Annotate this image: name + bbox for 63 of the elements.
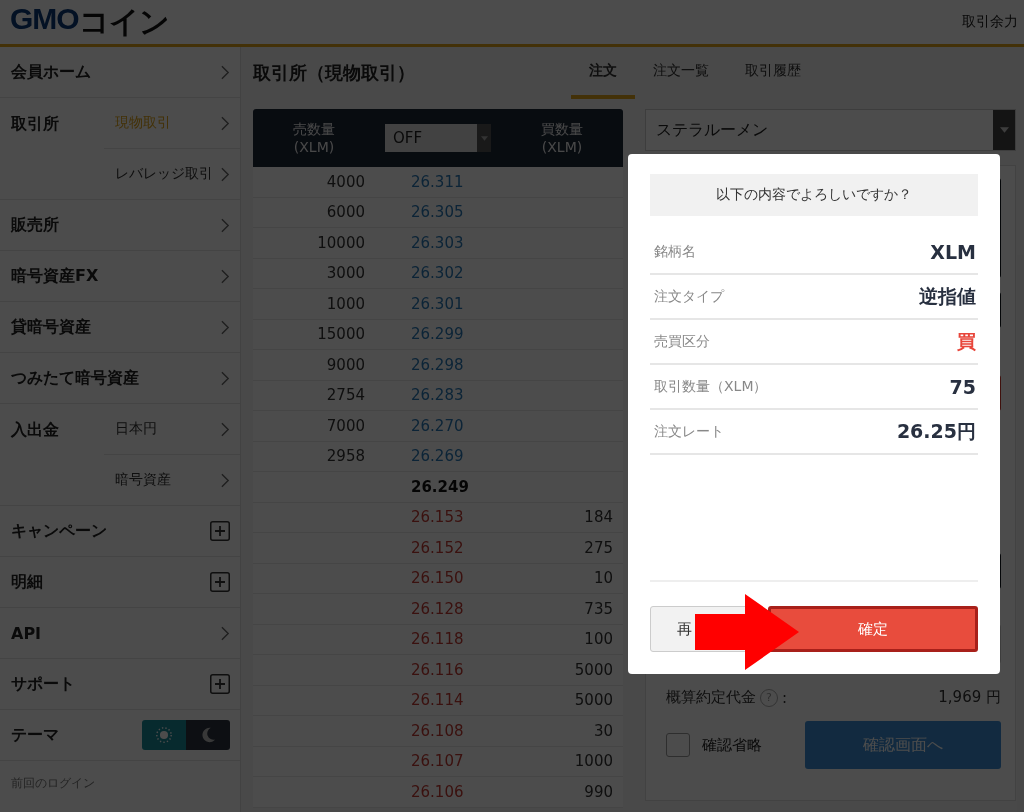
table-cell-text: 26.270 bbox=[410, 416, 465, 435]
table-cell-text: 26.118 bbox=[410, 630, 465, 649]
table-cell-text: 15000 bbox=[316, 325, 366, 344]
table-cell-text: 26.128 bbox=[410, 599, 465, 618]
page-title: 取引所（現物取引） bbox=[253, 61, 416, 85]
field-value: XLM bbox=[930, 241, 976, 263]
theme-label: テーマ bbox=[11, 724, 59, 746]
table-cell-text: 10 bbox=[592, 569, 614, 588]
table-cell-text: 26.303 bbox=[410, 233, 465, 252]
table-cell-text: 735 bbox=[583, 599, 614, 618]
table-cell-text: 26.150 bbox=[410, 569, 465, 588]
table-cell-text: 184 bbox=[583, 508, 614, 527]
field-label: 売買区分 bbox=[654, 333, 710, 351]
field-value: 逆指値 bbox=[919, 284, 976, 309]
table-cell-text: 26.299 bbox=[410, 325, 465, 344]
table-cell-text: 26.301 bbox=[410, 294, 465, 313]
table-cell-text: 2754 bbox=[325, 386, 366, 405]
table-cell-text: 7000 bbox=[325, 416, 366, 435]
table-cell-text: 26.283 bbox=[410, 386, 465, 405]
table-cell-text: 26.153 bbox=[410, 508, 465, 527]
table-cell-text: 5000 bbox=[573, 660, 614, 679]
table-cell-text: 26.114 bbox=[410, 691, 465, 710]
table-cell-text: 26.152 bbox=[410, 538, 465, 557]
table-cell-text: 30 bbox=[592, 721, 614, 740]
table-cell-text: 26.106 bbox=[410, 782, 465, 801]
confirm-button[interactable]: 確定 bbox=[768, 606, 978, 652]
estimate-value: 1,969 円 bbox=[938, 688, 1001, 707]
sidebar-item: 取引所 bbox=[10, 113, 60, 135]
table-cell-text: 4000 bbox=[325, 172, 366, 191]
table-cell-text: 5000 bbox=[573, 691, 614, 710]
table-cell-text: 100 bbox=[583, 630, 614, 649]
table-cell-text: 6000 bbox=[325, 203, 366, 222]
arrow-icon bbox=[695, 594, 799, 670]
table-cell-text: 26.298 bbox=[410, 355, 465, 374]
field-value: 75 bbox=[949, 376, 976, 398]
table-cell-text: 1000 bbox=[325, 294, 366, 313]
balance-label[interactable]: 取引余力 bbox=[962, 13, 1018, 31]
sidebar-item: 入出金 bbox=[10, 419, 60, 441]
field-label: 銘柄名 bbox=[654, 243, 696, 261]
table-cell-text: 3000 bbox=[325, 264, 366, 283]
field-label: 取引数量（XLM） bbox=[654, 378, 768, 396]
table-cell-text: 26.269 bbox=[410, 447, 465, 466]
table-cell-text: 10000 bbox=[316, 233, 366, 252]
table-cell-text: 26.107 bbox=[410, 752, 465, 771]
colon: : bbox=[782, 688, 788, 707]
table-cell-text: 1000 bbox=[573, 752, 614, 771]
table-cell-text: 26.249 bbox=[410, 477, 470, 496]
field-value: 26.25円 bbox=[896, 419, 976, 444]
field-value: 買 bbox=[957, 329, 976, 354]
table-cell-text: 26.116 bbox=[410, 660, 465, 679]
field-label: 注文レート bbox=[654, 423, 724, 441]
table-cell-text: 26.108 bbox=[410, 721, 465, 740]
table-cell-text: 990 bbox=[583, 782, 614, 801]
table-cell-text: 26.305 bbox=[410, 203, 465, 222]
field-label: 注文タイプ bbox=[654, 288, 724, 306]
table-cell-text: 275 bbox=[583, 538, 614, 557]
estimate-label: 概算約定代金 bbox=[666, 688, 756, 707]
table-cell-text: 26.311 bbox=[410, 172, 465, 191]
table-cell-text: 9000 bbox=[325, 355, 366, 374]
table-cell-text: 26.302 bbox=[410, 264, 465, 283]
checkbox-label[interactable]: 確認省略 bbox=[702, 735, 762, 755]
table-cell-text: 2958 bbox=[325, 447, 366, 466]
dialog-title: 以下の内容でよろしいですか？ bbox=[650, 174, 978, 216]
